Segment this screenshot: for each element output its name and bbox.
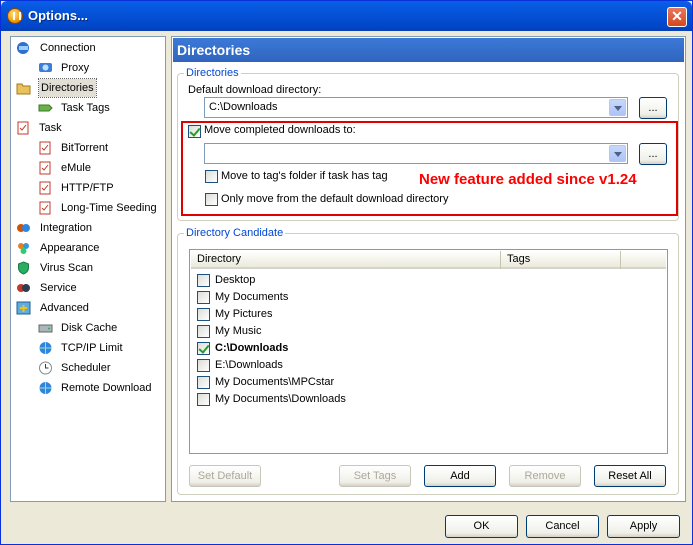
window-title: Options... [28, 8, 88, 23]
tree-item-emule[interactable]: eMule [36, 159, 164, 177]
tree-item-task-tags[interactable]: Task Tags [36, 99, 164, 117]
add-button[interactable]: Add [424, 465, 496, 487]
tree-item-label: Directories [38, 78, 97, 98]
browse-default-button[interactable]: ... [639, 97, 667, 119]
globe-icon [39, 342, 52, 354]
service-icon [17, 284, 30, 292]
tree-item-integration[interactable]: Integration [14, 219, 164, 237]
tree-item-disk-cache[interactable]: Disk Cache [36, 319, 164, 337]
ok-button[interactable]: OK [445, 515, 518, 538]
tree-item-label: Appearance [40, 242, 100, 254]
row-checkbox[interactable] [197, 376, 210, 389]
tree-item-label: HTTP/FTP [61, 182, 114, 194]
group-title: Directories [184, 67, 241, 79]
proxy-icon [39, 63, 52, 72]
row-directory: My Music [215, 325, 262, 337]
row-checkbox[interactable] [197, 359, 210, 372]
tree-item-label: Advanced [40, 302, 89, 314]
list-header: Directory Tags [191, 251, 666, 269]
tree-item-label: Long-Time Seeding [61, 202, 157, 214]
shield-icon [18, 261, 29, 275]
group-title: Directory Candidate [184, 227, 286, 239]
tree-item-bittorrent[interactable]: BitTorrent [36, 139, 164, 157]
row-checkbox[interactable] [197, 291, 210, 304]
annotation-highlight-box [181, 121, 678, 216]
tree-item-label: Disk Cache [61, 322, 118, 334]
scheduler-icon [39, 361, 52, 375]
disk-cache-icon [38, 324, 53, 333]
tree-item-label: TCP/IP Limit [61, 342, 123, 354]
row-directory: My Documents\MPCstar [215, 376, 335, 388]
column-tags[interactable]: Tags [501, 251, 621, 269]
row-checkbox[interactable] [197, 393, 210, 406]
title-bar[interactable]: Options... ✕ [1, 1, 692, 31]
tree-item-long-time-seeding[interactable]: Long-Time Seeding [36, 199, 164, 217]
feature-annotation: New feature added since v1.24 [419, 171, 637, 188]
tree-item-appearance[interactable]: Appearance [14, 239, 164, 257]
row-directory: E:\Downloads [215, 359, 283, 371]
task-icon [39, 201, 51, 215]
set-tags-button[interactable]: Set Tags [339, 465, 411, 487]
row-checkbox[interactable] [197, 325, 210, 338]
tree-item-scheduler[interactable]: Scheduler [36, 359, 164, 377]
row-checkbox[interactable] [197, 342, 210, 355]
tree-item-label: Scheduler [61, 362, 111, 374]
row-checkbox[interactable] [197, 308, 210, 321]
tag-icon [38, 104, 53, 112]
tree-item-remote-download[interactable]: Remote Download [36, 379, 164, 397]
tree-item-label: Connection [40, 42, 96, 54]
globe-icon [39, 382, 52, 394]
tree-item-label: Virus Scan [40, 262, 93, 274]
remove-button[interactable]: Remove [509, 465, 581, 487]
task-icon [39, 141, 51, 155]
tree-item-connection[interactable]: Connection [14, 39, 164, 57]
row-checkbox[interactable] [197, 274, 210, 287]
panel-header: Directories [173, 38, 684, 62]
row-directory: My Pictures [215, 308, 273, 320]
tree-item-virus-scan[interactable]: Virus Scan [14, 259, 164, 277]
tree-item-label: Remote Download [61, 382, 152, 394]
tree-item-advanced[interactable]: Advanced [14, 299, 164, 317]
apply-button[interactable]: Apply [607, 515, 680, 538]
tree-item-label: Task [39, 122, 62, 134]
tree-item-tcp-ip-limit[interactable]: TCP/IP Limit [36, 339, 164, 357]
tree-item-label: BitTorrent [61, 142, 109, 154]
task-icon [39, 181, 51, 195]
cancel-button[interactable]: Cancel [526, 515, 599, 538]
tree-item-label: eMule [61, 162, 91, 174]
column-directory[interactable]: Directory [191, 251, 501, 269]
default-dir-value: C:\Downloads [209, 101, 278, 113]
default-dir-label: Default download directory: [188, 84, 322, 96]
close-button[interactable]: ✕ [667, 7, 687, 27]
set-default-button[interactable]: Set Default [189, 465, 261, 487]
appearance-icon [18, 243, 29, 254]
tree-item-service[interactable]: Service [14, 279, 164, 297]
directory-list[interactable]: Directory Tags Desktop My Documents My P… [189, 249, 668, 454]
options-tree: Connection Proxy Directories Task Tags T… [10, 36, 166, 502]
tree-item-label: Integration [40, 222, 92, 234]
connection-icon [17, 42, 29, 54]
tree-item-label: Service [40, 282, 77, 294]
row-directory: My Documents [215, 291, 289, 303]
tree-item-proxy[interactable]: Proxy [36, 59, 164, 77]
task-icon [17, 121, 29, 135]
task-icon [39, 161, 51, 175]
tree-item-task[interactable]: Task [14, 119, 164, 137]
default-dir-combo[interactable]: C:\Downloads [204, 97, 628, 118]
advanced-icon [16, 301, 31, 315]
options-window: Options... ✕ Connection Proxy Directorie… [0, 0, 693, 545]
row-directory: Desktop [215, 274, 256, 286]
tree-item-label: Proxy [61, 62, 90, 74]
app-icon [7, 8, 23, 24]
tree-item-http-ftp[interactable]: HTTP/FTP [36, 179, 164, 197]
chevron-down-icon[interactable] [609, 99, 626, 116]
tree-item-directories[interactable]: Directories [14, 78, 164, 98]
tree-item-label: Task Tags [61, 102, 110, 114]
reset-all-button[interactable]: Reset All [594, 465, 666, 487]
row-directory: My Documents\Downloads [215, 393, 346, 405]
folder-open-icon [16, 83, 31, 95]
integration-icon [17, 224, 30, 232]
row-directory: C:\Downloads [215, 342, 289, 354]
